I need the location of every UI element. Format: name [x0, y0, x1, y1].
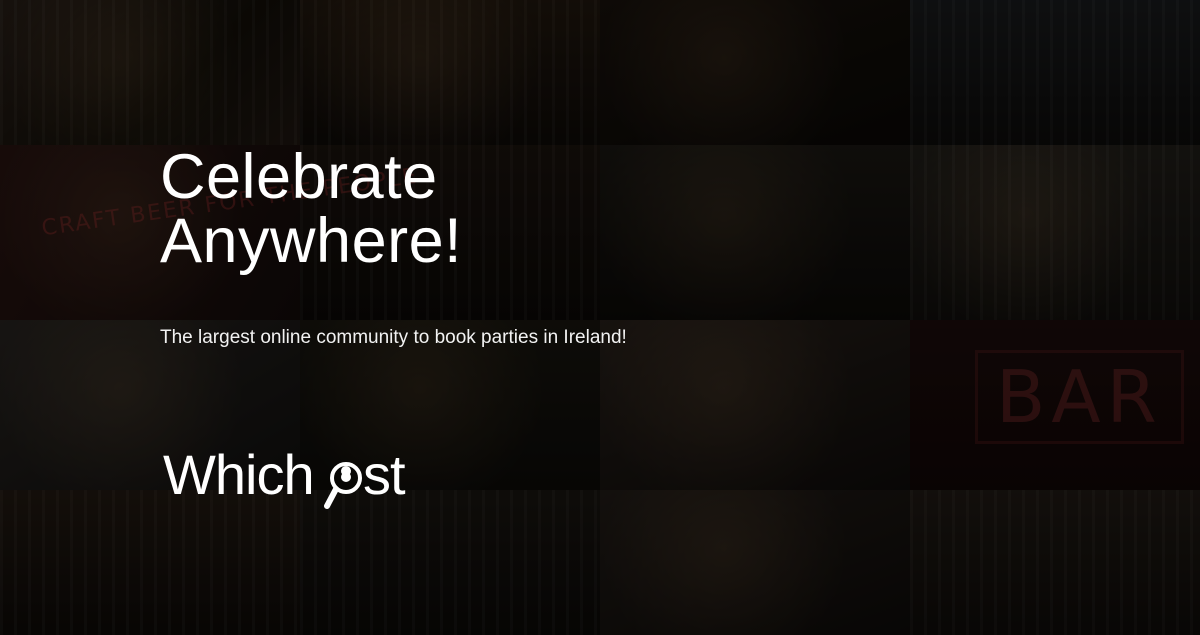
headline: Celebrate Anywhere! [160, 145, 462, 273]
tagline: The largest online community to book par… [160, 327, 627, 348]
logo-text-right: st [363, 448, 406, 506]
logo-text-left: Which [163, 448, 314, 506]
hero-block: Celebrate Anywhere! [160, 145, 462, 273]
magnifier-pin-icon [324, 462, 362, 509]
headline-line-1: Celebrate [160, 142, 438, 212]
headline-line-2: Anywhere! [160, 206, 463, 276]
whichost-logo[interactable]: Which st [163, 448, 443, 518]
background-collage: CRAFT BEER FOR THE PEOPLE BAR [0, 0, 1200, 635]
whichost-wordmark: Which st [163, 448, 407, 509]
dark-overlay [0, 0, 1200, 635]
